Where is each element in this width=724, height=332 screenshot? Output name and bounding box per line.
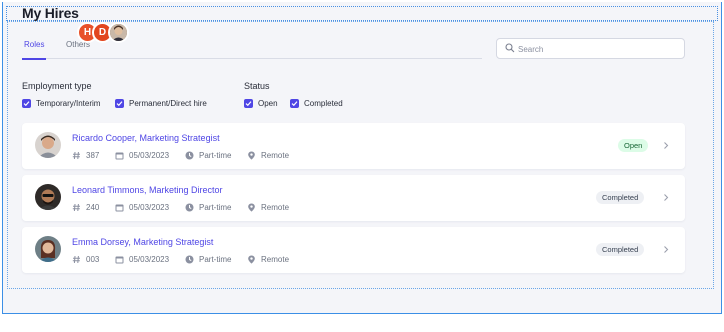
- avatar: [35, 132, 61, 158]
- chevron-right-icon[interactable]: [662, 193, 670, 202]
- filter-label: Open: [258, 99, 278, 108]
- avatar: [35, 236, 61, 262]
- checkbox-permanent-direct-hire[interactable]: [115, 99, 124, 108]
- employment-type-heading: Employment type: [22, 81, 92, 91]
- chevron-right-icon[interactable]: [662, 141, 670, 150]
- hire-name[interactable]: Ricardo Cooper, Marketing Strategist: [72, 133, 220, 143]
- avatar: [35, 184, 61, 210]
- check-icon: [23, 101, 30, 107]
- search-icon: [505, 43, 515, 53]
- hire-name[interactable]: Emma Dorsey, Marketing Strategist: [72, 237, 213, 247]
- filter-label: Permanent/Direct hire: [129, 99, 207, 108]
- status-badge: Completed: [596, 243, 645, 256]
- filter-label: Completed: [304, 99, 343, 108]
- check-icon: [291, 101, 298, 107]
- check-icon: [245, 101, 252, 107]
- avatar-photo[interactable]: [108, 22, 129, 43]
- hash-icon: [72, 255, 80, 264]
- clock-icon: [185, 203, 194, 212]
- status-heading: Status: [244, 81, 270, 91]
- clock-icon: [185, 151, 194, 160]
- checkbox-completed[interactable]: [290, 99, 299, 108]
- title-selection-box: [6, 6, 718, 21]
- checkbox-temporary-interim[interactable]: [22, 99, 31, 108]
- page-title: My Hires: [22, 5, 79, 21]
- chevron-right-icon[interactable]: [662, 245, 670, 254]
- map-pin-icon: [248, 151, 255, 160]
- clock-icon: [185, 255, 194, 264]
- map-pin-icon: [248, 203, 255, 212]
- calendar-icon: [115, 256, 124, 264]
- status-badge: Open: [618, 139, 649, 152]
- filter-label: Temporary/Interim: [36, 99, 101, 108]
- search-input[interactable]: [518, 42, 678, 56]
- hire-card[interactable]: Ricardo Cooper, Marketing Strategist 387…: [22, 123, 685, 169]
- tab-roles[interactable]: Roles: [21, 40, 47, 60]
- checkbox-open[interactable]: [244, 99, 253, 108]
- search-box[interactable]: [496, 38, 685, 59]
- status-badge: Completed: [596, 191, 645, 204]
- calendar-icon: [115, 204, 124, 212]
- hash-icon: [72, 151, 80, 160]
- hire-card[interactable]: Emma Dorsey, Marketing Strategist 003 05…: [22, 227, 685, 273]
- hire-name[interactable]: Leonard Timmons, Marketing Director: [72, 185, 223, 195]
- hire-card[interactable]: Leonard Timmons, Marketing Director 240 …: [22, 175, 685, 221]
- map-pin-icon: [248, 255, 255, 264]
- check-icon: [116, 101, 123, 107]
- hash-icon: [72, 203, 80, 212]
- calendar-icon: [115, 152, 124, 160]
